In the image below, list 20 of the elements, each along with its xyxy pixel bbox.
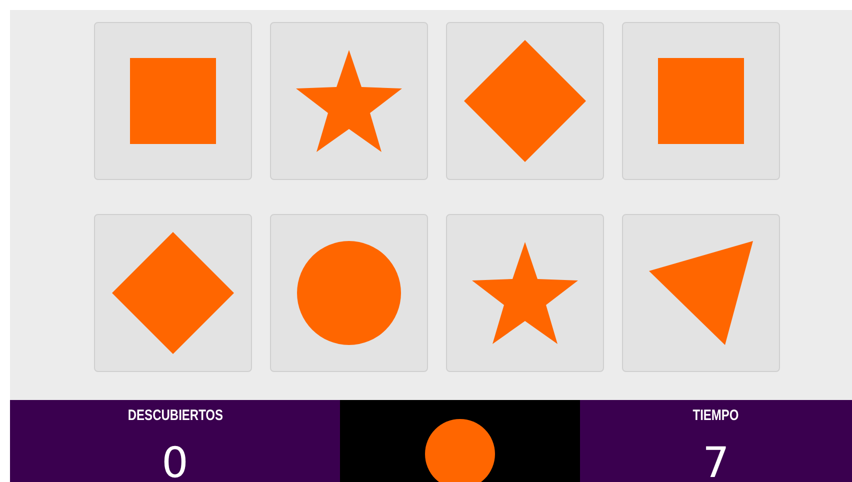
square-icon — [658, 58, 744, 144]
card[interactable] — [622, 22, 780, 180]
diamond-icon — [464, 40, 586, 162]
diamond-icon — [112, 232, 234, 354]
card[interactable] — [446, 214, 604, 372]
triangle-icon — [649, 241, 753, 345]
star-icon — [472, 242, 578, 344]
card[interactable] — [94, 214, 252, 372]
circle-icon — [297, 241, 401, 345]
card[interactable] — [94, 22, 252, 180]
timer-value: 7 — [702, 442, 730, 482]
square-icon — [130, 58, 216, 144]
card[interactable] — [446, 22, 604, 180]
card[interactable] — [622, 214, 780, 372]
score-value: 0 — [162, 442, 188, 482]
score-label: DESCUBIERTOS — [127, 407, 223, 424]
card[interactable] — [270, 214, 428, 372]
star-icon — [296, 50, 402, 152]
timer-label: TIEMPO — [692, 407, 739, 424]
card[interactable] — [270, 22, 428, 180]
